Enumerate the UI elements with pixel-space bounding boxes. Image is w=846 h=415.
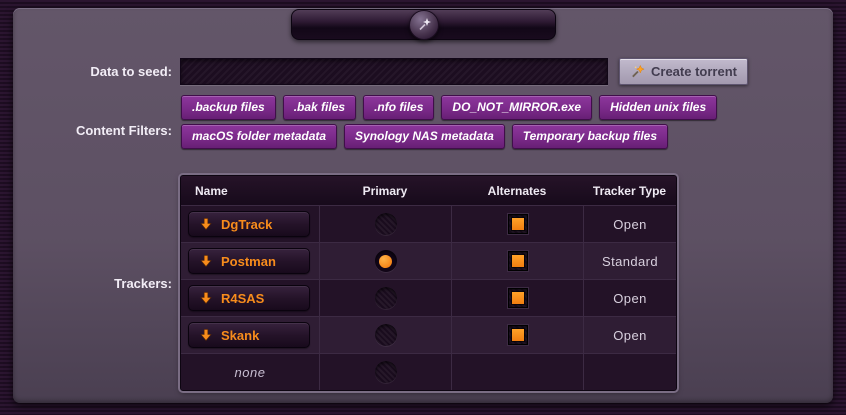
alternates-checkbox[interactable] (508, 251, 528, 271)
table-row: DgTrack Open (181, 205, 676, 242)
primary-radio[interactable] (375, 361, 397, 383)
alternates-checkbox[interactable] (508, 288, 528, 308)
primary-cell (319, 206, 451, 242)
data-to-seed-input[interactable] (180, 58, 608, 85)
tracker-name-label: Skank (221, 328, 259, 343)
content-filters-label: Content Filters: (0, 123, 172, 138)
tracker-name-cell: Skank (181, 317, 319, 353)
tracker-name-button[interactable]: Skank (188, 322, 310, 348)
tracker-name-cell: none (181, 354, 319, 390)
download-arrow-icon (199, 328, 213, 342)
header-tab[interactable] (291, 9, 556, 40)
torrent-creator-window: Data to seed: Create torrent Content Fil… (0, 0, 846, 415)
content-filter-chip[interactable]: Temporary backup files (512, 124, 668, 149)
tracker-name-button[interactable]: R4SAS (188, 285, 310, 311)
checkbox-fill-icon (512, 255, 524, 267)
table-column-header: Alternates (451, 184, 583, 198)
create-torrent-button[interactable]: Create torrent (619, 58, 748, 85)
tracker-type-label: Open (613, 291, 646, 306)
content-filter-chip[interactable]: macOS folder metadata (181, 124, 337, 149)
tracker-name-label: DgTrack (221, 217, 272, 232)
table-row: R4SAS Open (181, 279, 676, 316)
table-row: Postman Standard (181, 242, 676, 279)
table-column-header: Primary (319, 184, 451, 198)
trackers-table-body: DgTrack Open Postman (181, 205, 676, 390)
tracker-type-label: Open (613, 328, 646, 343)
download-arrow-icon (199, 291, 213, 305)
content-filter-chip[interactable]: Synology NAS metadata (344, 124, 505, 149)
tracker-name-cell: Postman (181, 243, 319, 279)
tracker-name-button[interactable]: Postman (188, 248, 310, 274)
alternates-checkbox[interactable] (508, 214, 528, 234)
trackers-table-header: Name Primary Alternates Tracker Type (181, 176, 676, 205)
alternates-cell (451, 354, 583, 390)
primary-radio[interactable] (375, 250, 397, 272)
alternates-cell (451, 317, 583, 353)
content-filter-chip[interactable]: .backup files (181, 95, 276, 120)
create-torrent-label: Create torrent (651, 64, 737, 79)
table-column-header: Name (181, 184, 319, 198)
tracker-none-label: none (235, 365, 266, 380)
tracker-type-label: Open (613, 217, 646, 232)
content-filter-chip[interactable]: Hidden unix files (599, 95, 717, 120)
primary-cell (319, 317, 451, 353)
trackers-table: Name Primary Alternates Tracker Type DgT… (180, 175, 677, 391)
tracker-type-cell (583, 354, 676, 390)
table-row: none (181, 353, 676, 390)
content-filter-chip[interactable]: .bak files (283, 95, 356, 120)
alternates-cell (451, 243, 583, 279)
alternates-cell (451, 206, 583, 242)
tracker-type-cell: Open (583, 317, 676, 353)
tracker-name-label: Postman (221, 254, 276, 269)
tracker-type-label: Standard (602, 254, 658, 269)
primary-cell (319, 280, 451, 316)
download-arrow-icon (199, 217, 213, 231)
tracker-name-cell: R4SAS (181, 280, 319, 316)
primary-radio[interactable] (375, 324, 397, 346)
primary-cell (319, 354, 451, 390)
checkbox-fill-icon (512, 329, 524, 341)
checkbox-fill-icon (512, 292, 524, 304)
download-arrow-icon (199, 254, 213, 268)
primary-cell (319, 243, 451, 279)
tracker-name-label: R4SAS (221, 291, 264, 306)
alternates-checkbox[interactable] (508, 325, 528, 345)
content-filters-list: .backup files .bak files .nfo files DO_N… (181, 95, 721, 149)
content-filter-chip[interactable]: .nfo files (363, 95, 434, 120)
magic-wand-icon (630, 64, 645, 79)
checkbox-fill-icon (512, 218, 524, 230)
tracker-type-cell: Standard (583, 243, 676, 279)
table-row: Skank Open (181, 316, 676, 353)
tracker-name-cell: DgTrack (181, 206, 319, 242)
alternates-cell (451, 280, 583, 316)
tracker-type-cell: Open (583, 206, 676, 242)
trackers-label: Trackers: (0, 276, 172, 291)
table-column-header: Tracker Type (583, 184, 676, 198)
magic-wand-icon (409, 10, 439, 40)
tracker-name-button[interactable]: DgTrack (188, 211, 310, 237)
tracker-type-cell: Open (583, 280, 676, 316)
content-filter-chip[interactable]: DO_NOT_MIRROR.exe (441, 95, 592, 120)
data-to-seed-label: Data to seed: (0, 64, 172, 79)
primary-radio[interactable] (375, 213, 397, 235)
primary-radio[interactable] (375, 287, 397, 309)
